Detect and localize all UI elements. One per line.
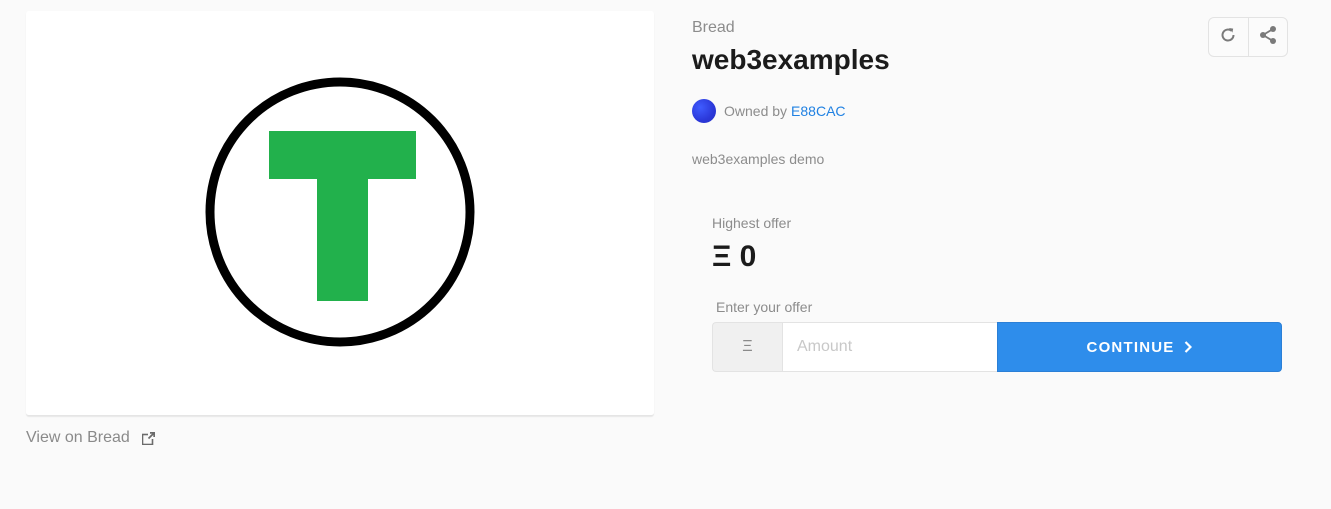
owner-avatar[interactable] [692,99,716,123]
logo-t-stem [317,131,368,301]
item-actions [1208,17,1288,57]
owned-by-label: Owned by [724,103,788,119]
currency-addon: Ξ [712,322,782,372]
nft-image [205,77,475,347]
view-on-bread-link[interactable]: View on Bread [26,429,155,447]
item-page: View on Bread Bread web3examples Owned b… [0,0,1331,509]
amount-input[interactable] [782,322,997,372]
enter-offer-label: Enter your offer [716,299,813,315]
owner-row: Owned by E88CAC [692,99,846,123]
external-link-icon [141,431,155,445]
continue-label: CONTINUE [1086,338,1175,356]
chevron-right-icon [1184,341,1193,353]
item-description: web3examples demo [692,151,825,167]
view-on-bread-label: View on Bread [26,429,130,446]
refresh-icon [1219,26,1237,49]
owner-link[interactable]: E88CAC [791,103,845,119]
share-button[interactable] [1247,18,1288,56]
item-title: web3examples [692,44,890,75]
continue-button[interactable]: CONTINUE [997,322,1282,372]
share-icon [1258,25,1278,50]
offer-form: Ξ CONTINUE [712,322,1282,372]
nft-image-card [26,11,654,416]
collection-name[interactable]: Bread [692,19,735,37]
highest-offer-label: Highest offer [712,215,792,231]
highest-offer-value: Ξ 0 [712,240,757,273]
refresh-button[interactable] [1209,18,1248,56]
